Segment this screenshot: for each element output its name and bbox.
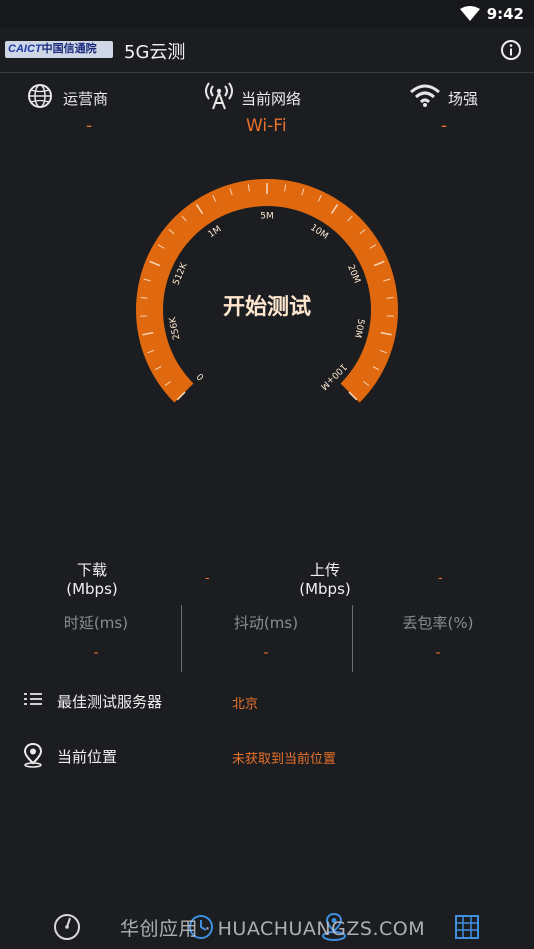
operator-label: 运营商 [63, 90, 109, 108]
jitter-label: 抖动(ms) [233, 614, 299, 632]
location-value: 未获取到当前位置 [232, 752, 337, 767]
speed-gauge[interactable]: 0256K512K1M5M10M20M50M100+M 开始测试 [0, 160, 534, 430]
download-value: - [205, 571, 210, 586]
packet-loss-label: 丢包率(%) [402, 614, 474, 632]
clock: 9:42 [486, 5, 524, 23]
gauge-tick-label: 0 [195, 370, 206, 381]
location-row[interactable]: 当前位置 未获取到当前位置 [0, 738, 534, 774]
app-title: 5G云测 [124, 42, 186, 63]
wifi-signal-icon [410, 84, 440, 107]
latency-metric: 时延(ms) - [7, 605, 185, 672]
signal-label: 场强 [448, 90, 479, 108]
gauge-minor-tick [140, 297, 148, 299]
jitter-metric: 抖动(ms) - [177, 605, 355, 672]
table-icon[interactable] [447, 910, 487, 944]
speedometer-icon[interactable] [47, 910, 87, 944]
caict-logo: CAICT中国信通院 [5, 41, 113, 58]
gauge-tick-label: 10M [308, 223, 330, 242]
gauge-tick-label: 512K [172, 261, 190, 287]
antenna-icon [205, 82, 233, 110]
best-server-row[interactable]: 最佳测试服务器 北京 [0, 683, 534, 719]
location-pin-icon [23, 742, 43, 768]
network-info: 当前网络 Wi-Fi [178, 82, 356, 142]
download-label: 下载 (Mbps) [66, 561, 118, 598]
jitter-value: - [263, 645, 269, 661]
gauge-tick-label: 256K [168, 315, 183, 341]
wifi-status-icon [460, 6, 480, 21]
network-value: Wi-Fi [246, 116, 287, 136]
latency-value: - [93, 645, 99, 661]
packet-loss-value: - [435, 645, 441, 661]
upload-label: 上传 (Mbps) [299, 561, 351, 598]
globe-icon [28, 84, 52, 108]
operator-info: 运营商 - [0, 82, 178, 142]
gauge-tick-label: 50M [352, 318, 366, 339]
network-label: 当前网络 [241, 90, 302, 108]
best-server-value: 北京 [232, 697, 259, 712]
watermark-text: 华创应用 · HUACHUANGZS.COM [120, 918, 426, 940]
gauge-minor-tick [386, 297, 394, 299]
info-icon[interactable] [500, 39, 522, 61]
location-label: 当前位置 [57, 748, 118, 766]
list-icon [24, 693, 42, 705]
operator-value: - [86, 116, 93, 136]
signal-value: - [441, 116, 448, 136]
packet-loss-metric: 丢包率(%) - [349, 605, 527, 672]
metrics-row: 时延(ms) - 抖动(ms) - 丢包率(%) - [0, 605, 534, 672]
app-bar: CAICT中国信通院 5G云测 [0, 28, 534, 73]
signal-info: 场强 - [356, 82, 534, 142]
upload-value: - [438, 571, 443, 586]
start-test-button[interactable]: 开始测试 [223, 294, 311, 320]
gauge-tick-label: 1M [207, 224, 224, 240]
status-bar: 9:42 [0, 0, 534, 28]
gauge-tick-label: 20M [345, 263, 362, 285]
best-server-label: 最佳测试服务器 [57, 693, 163, 711]
latency-label: 时延(ms) [63, 614, 129, 632]
gauge-tick-label: 5M [260, 212, 274, 222]
